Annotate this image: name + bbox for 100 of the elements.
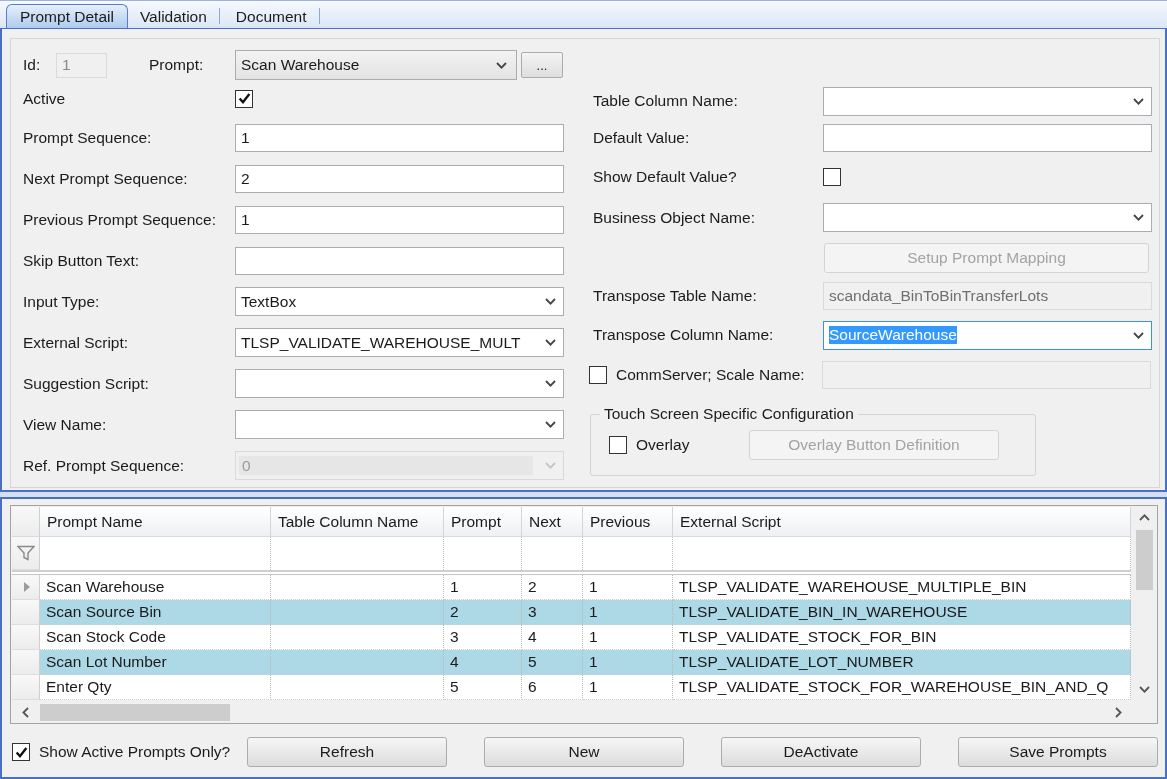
chevron-down-icon xyxy=(1133,97,1144,105)
table-cell: Scan Warehouse xyxy=(40,575,271,600)
checkbox[interactable] xyxy=(235,89,253,108)
text-field[interactable] xyxy=(235,246,564,275)
table-cell: 2 xyxy=(444,600,522,625)
table-cell: 5 xyxy=(444,675,522,700)
checkmark-icon xyxy=(14,745,28,759)
field-label: Suggestion Script: xyxy=(23,374,150,393)
new-button[interactable]: New xyxy=(484,737,684,767)
table-cell: 4 xyxy=(444,650,522,675)
prompt-dropdown[interactable]: Scan Warehouse xyxy=(235,50,517,80)
group-title: Touch Screen Specific Configuration xyxy=(603,405,855,423)
checkbox-label: CommServer; Scale Name: xyxy=(616,366,805,384)
field-label: Active xyxy=(23,89,67,108)
chevron-down-icon xyxy=(545,298,556,305)
field-label: Business Object Name: xyxy=(592,208,756,227)
field-label: Ref. Prompt Sequence: xyxy=(23,456,186,475)
column-header[interactable]: Previous xyxy=(583,507,673,537)
field-label: Transpose Column Name: xyxy=(592,326,775,344)
table-cell: 1 xyxy=(583,625,673,650)
table-cell: 1 xyxy=(444,575,522,600)
table-cell: 3 xyxy=(522,600,583,625)
row-header[interactable] xyxy=(12,625,40,650)
field-label: Show Default Value? xyxy=(592,168,738,186)
combo-box[interactable] xyxy=(235,369,564,398)
chevron-up-icon[interactable] xyxy=(1138,514,1150,521)
row-header[interactable] xyxy=(12,650,40,675)
row-header[interactable] xyxy=(12,575,40,600)
table-cell: 6 xyxy=(522,675,583,700)
text-field[interactable]: 1 xyxy=(235,123,564,152)
table-cell: Scan Source Bin xyxy=(40,600,271,625)
refresh-button[interactable]: Refresh xyxy=(247,737,447,767)
triangle-right-icon xyxy=(23,582,30,592)
chevron-down-icon xyxy=(1133,331,1144,339)
tab[interactable]: Document xyxy=(223,4,319,28)
chevron-down-icon xyxy=(545,380,556,387)
tab[interactable]: Prompt Detail xyxy=(6,4,128,28)
table-cell: Scan Stock Code xyxy=(40,625,271,650)
table-cell: 1 xyxy=(583,575,673,600)
save-button[interactable]: Save Prompts xyxy=(958,737,1158,767)
combo-box[interactable]: TextBox xyxy=(235,287,564,316)
combo-box[interactable]: TLSP_VALIDATE_WAREHOUSE_MULT xyxy=(235,328,564,357)
table-cell: 1 xyxy=(583,650,673,675)
chevron-down-icon[interactable] xyxy=(1138,686,1150,693)
row-header[interactable] xyxy=(12,600,40,625)
table-cell: 5 xyxy=(522,650,583,675)
deactivate-button[interactable]: DeActivate xyxy=(721,737,921,767)
text-field[interactable] xyxy=(823,124,1152,152)
chevron-down-icon xyxy=(1133,214,1144,221)
column-header[interactable]: External Script xyxy=(673,507,1131,537)
row-header[interactable] xyxy=(12,675,40,700)
table-cell: 1 xyxy=(583,600,673,625)
tab[interactable]: Validation xyxy=(127,4,219,28)
table-cell: Scan Lot Number xyxy=(40,650,271,675)
combo-box[interactable] xyxy=(235,410,564,439)
field-label: View Name: xyxy=(23,415,108,434)
field-label: Table Column Name: xyxy=(592,92,739,110)
combo-box[interactable] xyxy=(823,203,1152,232)
field-label: External Script: xyxy=(23,333,130,352)
checkbox[interactable] xyxy=(12,743,30,761)
column-header[interactable]: Prompt xyxy=(444,507,522,537)
field-label: Transpose Table Name: xyxy=(592,287,758,305)
checkmark-icon xyxy=(237,92,251,105)
column-header[interactable]: Next xyxy=(522,507,583,537)
table-cell: Enter Qty xyxy=(40,675,271,700)
field-label: Prompt Sequence: xyxy=(23,128,153,147)
table-cell: 2 xyxy=(522,575,583,600)
chevron-down-icon xyxy=(545,339,556,346)
checkbox[interactable] xyxy=(609,436,627,454)
table-cell: 4 xyxy=(522,625,583,650)
browse-button[interactable]: ... xyxy=(521,52,563,78)
chevron-left-icon[interactable] xyxy=(21,706,29,718)
chevron-down-icon xyxy=(545,421,556,428)
column-header[interactable]: Prompt Name xyxy=(40,507,271,537)
checkbox-label: Show Active Prompts Only? xyxy=(39,743,231,761)
field-label: Next Prompt Sequence: xyxy=(23,169,189,188)
scrollbar-thumb[interactable] xyxy=(1135,530,1153,590)
table-cell: 1 xyxy=(583,675,673,700)
field-label: Input Type: xyxy=(23,292,101,311)
field-label: Previous Prompt Sequence: xyxy=(23,210,217,229)
field-label: Skip Button Text: xyxy=(23,251,141,270)
table-cell: 3 xyxy=(444,625,522,650)
chevron-down-icon xyxy=(496,61,507,69)
combo-box[interactable] xyxy=(823,86,1152,116)
column-header[interactable]: Table Column Name xyxy=(271,507,444,537)
chevron-down-icon xyxy=(545,462,556,469)
table-cell: TLSP_VALIDATE_STOCK_FOR_WAREHOUSE_BIN_AND_Q xyxy=(673,675,1131,700)
table-cell: TLSP_VALIDATE_LOT_NUMBER xyxy=(673,650,1131,675)
field-label: Id: xyxy=(23,56,42,74)
text-field[interactable]: 1 xyxy=(235,205,564,234)
chevron-right-icon[interactable] xyxy=(1114,706,1122,718)
table-cell: TLSP_VALIDATE_STOCK_FOR_BIN xyxy=(673,625,1131,650)
checkbox-label: Overlay xyxy=(636,436,690,454)
checkbox[interactable] xyxy=(823,168,841,186)
scrollbar-thumb[interactable] xyxy=(40,703,230,721)
field-label: Prompt: xyxy=(149,56,205,74)
table-cell: TLSP_VALIDATE_WAREHOUSE_MULTIPLE_BIN xyxy=(673,575,1131,600)
table-cell: TLSP_VALIDATE_BIN_IN_WAREHOUSE xyxy=(673,600,1131,625)
field-label: Default Value: xyxy=(592,129,691,147)
text-field[interactable]: 2 xyxy=(235,164,564,193)
